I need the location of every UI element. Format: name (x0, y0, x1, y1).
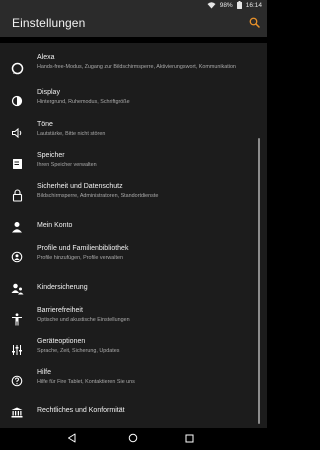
settings-item-accessibility[interactable]: Barrierefreiheit Optische und akustische… (0, 305, 260, 336)
settings-item-subtitle: Hilfe für Fire Tablet, Kontaktieren Sie … (37, 379, 135, 385)
app-bar: Einstellungen (0, 10, 267, 37)
sound-icon (9, 125, 25, 141)
battery-icon (236, 1, 242, 9)
account-icon (9, 219, 25, 235)
settings-item-subtitle: Profile hinzufügen, Profile verwalten (37, 255, 123, 261)
recents-icon (185, 430, 194, 448)
parental-controls-icon (9, 281, 25, 297)
accessibility-icon (9, 311, 25, 327)
navigation-bar (0, 428, 267, 450)
settings-item-title: Kindersicherung (37, 284, 88, 291)
settings-item-subtitle: Bildschirmsperre, Administratoren, Stand… (37, 193, 159, 199)
settings-item-device-options[interactable]: Geräteoptionen Sprache, Zeit, Sicherung,… (0, 336, 260, 367)
alexa-icon (9, 60, 25, 76)
help-icon (9, 373, 25, 389)
settings-item-subtitle: Optische und akustische Einstellungen (37, 317, 130, 323)
settings-item-legal[interactable]: Rechtliches und Konformität (0, 397, 260, 428)
back-icon (67, 430, 76, 448)
back-button[interactable] (64, 432, 78, 446)
scrollbar[interactable] (258, 138, 260, 424)
settings-list: Alexa Hands-free-Modus, Zugang zur Bilds… (0, 43, 267, 428)
settings-item-account[interactable]: Mein Konto (0, 212, 260, 243)
settings-item-title: Rechtliches und Konformität (37, 407, 125, 414)
settings-item-title: Hilfe (37, 369, 52, 376)
settings-item-subtitle: Hintergrund, Ruhemodus, Schriftgröße (37, 99, 130, 105)
settings-item-security[interactable]: Sicherheit und Datenschutz Bildschirmspe… (0, 181, 260, 212)
settings-item-title: Profile und Familienbibliothek (37, 245, 129, 252)
status-icons: 98% 16:14 (207, 0, 262, 10)
profiles-icon (9, 249, 25, 265)
settings-item-sound[interactable]: Töne Lautstärke, Bitte nicht stören (0, 119, 260, 150)
settings-item-subtitle: Lautstärke, Bitte nicht stören (37, 131, 106, 137)
settings-item-display[interactable]: Display Hintergrund, Ruhemodus, Schriftg… (0, 87, 260, 118)
search-button[interactable] (247, 17, 261, 31)
home-button[interactable] (126, 432, 140, 446)
settings-item-title: Speicher (37, 152, 65, 159)
settings-item-subtitle: Sprache, Zeit, Sicherung, Updates (37, 348, 120, 354)
recents-button[interactable] (182, 432, 196, 446)
settings-item-alexa[interactable]: Alexa Hands-free-Modus, Zugang zur Bilds… (0, 51, 260, 85)
settings-item-storage[interactable]: Speicher Ihren Speicher verwalten (0, 150, 260, 181)
settings-item-title: Display (37, 89, 60, 96)
device-options-icon (9, 342, 25, 358)
settings-item-title: Barrierefreiheit (37, 307, 83, 314)
settings-item-help[interactable]: Hilfe Hilfe für Fire Tablet, Kontaktiere… (0, 367, 260, 398)
settings-item-title: Mein Konto (37, 222, 73, 229)
clock: 16:14 (245, 1, 262, 9)
display-icon (9, 93, 25, 109)
legal-icon (9, 404, 25, 420)
settings-item-parental-controls[interactable]: Kindersicherung (0, 274, 260, 305)
settings-item-title: Geräteoptionen (37, 338, 86, 345)
settings-item-profiles[interactable]: Profile und Familienbibliothek Profile h… (0, 243, 260, 274)
lock-icon (9, 187, 25, 203)
settings-item-title: Alexa (37, 54, 55, 61)
settings-item-title: Töne (37, 121, 53, 128)
status-bar: 98% 16:14 (0, 0, 267, 10)
storage-icon (9, 156, 25, 172)
search-icon (249, 15, 260, 33)
wifi-icon (207, 1, 216, 9)
settings-item-title: Sicherheit und Datenschutz (37, 183, 123, 190)
page-title: Einstellungen (12, 16, 86, 30)
settings-item-subtitle: Ihren Speicher verwalten (37, 162, 97, 168)
settings-item-subtitle: Hands-free-Modus, Zugang zur Bildschirms… (37, 64, 236, 70)
home-icon (128, 430, 138, 448)
battery-percent: 98% (219, 1, 233, 9)
